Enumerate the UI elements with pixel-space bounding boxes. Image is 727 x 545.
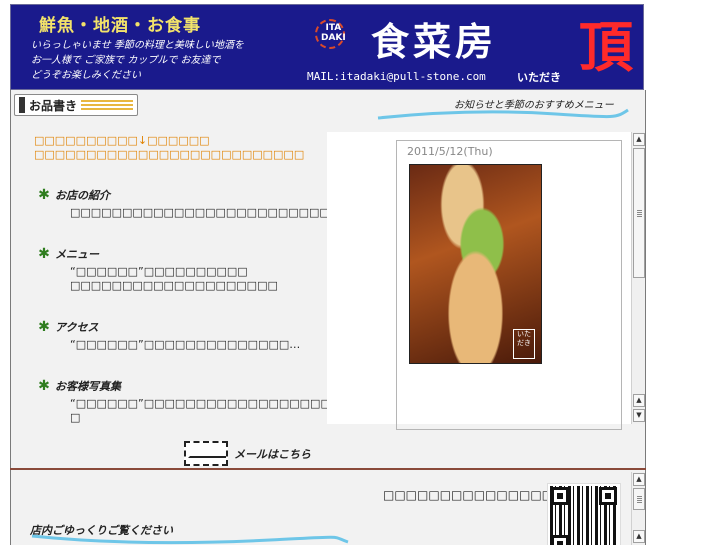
section-menu: ✱ メニュー “□□□□□□”□□□□□□□□□□ □□□□□□□□□□□□□□…: [36, 245, 330, 293]
blog-scrollbar[interactable]: ▲ ▲ ▼: [631, 132, 645, 424]
header-tagline: 鮮魚・地酒・お食事: [39, 16, 201, 36]
section-body-line: □□□□□□□□□□□□□□□□□□□□: [70, 279, 278, 292]
post-date: 2011/5/12(Thu): [407, 145, 493, 158]
pen-icon: [19, 97, 25, 113]
welcome-message: いらっしゃいませ 季節の料理と美味しい地酒を お一人様で ご家族で カップルで …: [31, 38, 244, 83]
bottom-scrollbar[interactable]: ▲ ▲: [631, 472, 645, 545]
itadaki-logo-icon: ITA DAKI: [307, 17, 355, 57]
itadaki-kanji-logo: 頂: [579, 15, 633, 79]
bamboo-leaf-icon: ✱: [38, 187, 50, 203]
wave-underline: [377, 108, 629, 120]
section-heading[interactable]: ✱ メニュー: [36, 245, 330, 263]
section-body: “□□□□□□”□□□□□□□□□□ □□□□□□□□□□□□□□□□□□□□: [70, 265, 330, 293]
section-body: “□□□□□□”□□□□□□□□□□□□□□□□□□□□□□□□□□□□□□ □: [70, 397, 456, 425]
section-body-line: “□□□□□□”□□□□□□□□□□: [70, 265, 248, 278]
mail-link[interactable]: メールはこちら: [184, 441, 311, 466]
section-body-line: □□□□□□□□□□□□□□□□□□□□□□□□□□□□□□□□□□□□□: [70, 206, 455, 219]
scroll-up-arrow-icon[interactable]: ▲: [633, 394, 645, 407]
welcome-line: どうぞお楽しみください: [31, 70, 141, 81]
wave-underline: [31, 534, 349, 545]
section-shop-intro: ✱ お店の紹介 □□□□□□□□□□□□□□□□□□□□□□□□□□□□□□□□…: [36, 186, 455, 220]
menu-tab-label: お品書き: [29, 98, 78, 113]
section-access: ✱ アクセス “□□□□□□”□□□□□□□□□□□□□□…: [36, 318, 330, 352]
logo-word-daki: DAKI: [321, 33, 346, 43]
header-mail-address[interactable]: MAIL:itadaki@pull-stone.com: [307, 70, 486, 83]
blog-panel: 2011/5/12(Thu) いただき: [327, 132, 631, 430]
scroll-up-arrow-icon[interactable]: ▲: [633, 473, 645, 486]
section-body-line: “□□□□□□”□□□□□□□□□□□□□□□□□□□□□□□□□□□□□□: [70, 397, 456, 410]
scroll-thumb[interactable]: [633, 488, 645, 510]
section-body-line: □: [70, 411, 81, 424]
mail-link-label: メールはこちら: [234, 447, 311, 461]
bamboo-leaf-icon: ✱: [38, 319, 50, 335]
menu-tab[interactable]: お品書き: [14, 94, 138, 116]
section-heading[interactable]: ✱ お店の紹介: [36, 186, 330, 204]
qr-finder: [551, 535, 569, 545]
scroll-up-arrow-icon[interactable]: ▲: [633, 133, 645, 146]
welcome-line: いらっしゃいませ 季節の料理と美味しい地酒を: [31, 40, 244, 51]
section-heading-label: お客様写真集: [55, 380, 121, 393]
logo-word-ita: ITA: [325, 23, 342, 33]
qr-finder: [551, 487, 569, 505]
section-customer-photos: ✱ お客様写真集 “□□□□□□”□□□□□□□□□□□□□□□□□□□□□□□…: [36, 377, 456, 425]
bamboo-leaf-icon: ✱: [38, 378, 50, 394]
envelope-icon: [184, 441, 228, 466]
section-body: “□□□□□□”□□□□□□□□□□□□□□…: [70, 338, 330, 352]
welcome-line: お一人様で ご家族で カップルで お友達で: [31, 55, 221, 66]
logo-word: ITA DAKI: [321, 23, 346, 43]
photo-stamp: いただき: [513, 329, 535, 359]
scroll-up-arrow-icon[interactable]: ▲: [633, 530, 645, 543]
bamboo-leaf-icon: ✱: [38, 246, 50, 262]
tab-decoration: [81, 100, 133, 110]
section-heading[interactable]: ✱ お客様写真集: [36, 377, 330, 395]
section-body: □□□□□□□□□□□□□□□□□□□□□□□□□□□□□□□□□□□□□: [70, 206, 455, 220]
qr-finder: [599, 487, 617, 505]
food-photo[interactable]: いただき: [409, 164, 542, 364]
section-heading[interactable]: ✱ アクセス: [36, 318, 330, 336]
section-heading-label: お店の紹介: [55, 189, 110, 202]
bottom-message: □□□□□□□□□□□□□□□□!!: [383, 488, 575, 502]
notice-line: □□□□□□□□□□□□□□□□□□□□□□□□□□: [34, 148, 305, 161]
scroll-down-arrow-icon[interactable]: ▼: [633, 409, 645, 422]
section-heading-label: アクセス: [55, 321, 99, 334]
section-heading-label: メニュー: [55, 248, 99, 261]
qr-code[interactable]: [547, 483, 621, 545]
shop-name: 食菜房: [371, 19, 498, 64]
shop-name-kana: いただき: [517, 71, 561, 84]
notice-text: □□□□□□□□□□↓□□□□□□ □□□□□□□□□□□□□□□□□□□□□□…: [34, 134, 304, 162]
header-banner: 鮮魚・地酒・お食事 いらっしゃいませ 季節の料理と美味しい地酒を お一人様で ご…: [10, 4, 644, 90]
notice-line: □□□□□□□□□□↓□□□□□□: [34, 134, 210, 147]
section-body-line: “□□□□□□”□□□□□□□□□□□□□□…: [70, 338, 301, 351]
scroll-thumb[interactable]: [633, 148, 645, 278]
blog-post: 2011/5/12(Thu) いただき: [396, 140, 622, 430]
